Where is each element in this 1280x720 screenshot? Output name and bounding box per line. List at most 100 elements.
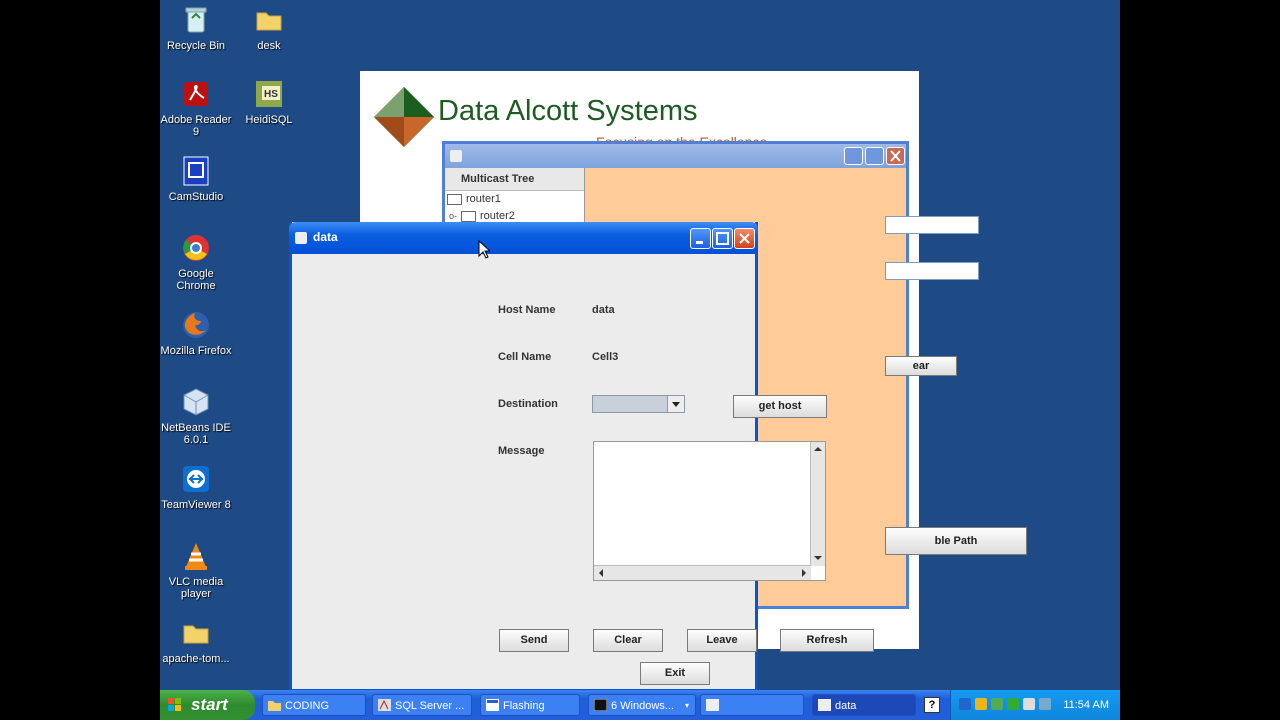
close-icon bbox=[739, 233, 750, 244]
desktop-icon-vlc[interactable]: VLC media player bbox=[160, 540, 232, 600]
help-icon[interactable]: ? bbox=[924, 697, 940, 713]
java-icon bbox=[818, 699, 831, 711]
refresh-button[interactable]: Refresh bbox=[780, 629, 874, 652]
data-titlebar[interactable]: data bbox=[289, 222, 758, 254]
minimize-icon bbox=[696, 241, 703, 244]
clear-button[interactable]: Clear bbox=[593, 629, 663, 652]
host-name-value: data bbox=[592, 304, 615, 316]
cell-name-value: Cell3 bbox=[592, 351, 619, 363]
taskbar-item-windows-group[interactable]: 6 Windows... ▾ bbox=[588, 694, 696, 716]
sync-icon[interactable] bbox=[1023, 698, 1035, 710]
desktop-icon-teamviewer[interactable]: TeamViewer 8 bbox=[160, 463, 232, 511]
desktop-icon-firefox[interactable]: Mozilla Firefox bbox=[160, 309, 232, 357]
cell-name-label: Cell Name bbox=[498, 351, 552, 363]
desktop-icon-adobe-reader[interactable]: Adobe Reader 9 bbox=[160, 78, 232, 138]
taskbar-item-label: 6 Windows... bbox=[611, 700, 674, 712]
folder-icon bbox=[253, 4, 285, 36]
horizontal-scrollbar[interactable] bbox=[594, 565, 811, 580]
window-icon bbox=[486, 699, 499, 711]
desktop-icon-apache-tomcat[interactable]: apache-tom... bbox=[160, 617, 232, 665]
multicast-clear-button[interactable]: ear bbox=[885, 356, 957, 376]
desktop-icon-recycle-bin[interactable]: Recycle Bin bbox=[160, 4, 232, 52]
taskbar-item-java[interactable] bbox=[700, 694, 804, 716]
taskbar-clock: 11:54 AM bbox=[1063, 699, 1109, 711]
java-icon bbox=[450, 150, 462, 162]
camstudio-icon bbox=[180, 155, 212, 187]
host-name-label: Host Name bbox=[498, 304, 556, 316]
folder-icon bbox=[447, 193, 462, 205]
close-button[interactable] bbox=[886, 147, 905, 165]
desktop-icon-label: Adobe Reader 9 bbox=[160, 114, 232, 138]
destination-label: Destination bbox=[498, 398, 558, 410]
multicast-path-button[interactable]: ble Path bbox=[885, 527, 1027, 555]
close-icon bbox=[890, 150, 901, 162]
desktop-icon-label: VLC media player bbox=[168, 576, 224, 600]
multicast-titlebar[interactable] bbox=[445, 144, 906, 168]
tree-node-router1[interactable]: router1 bbox=[445, 191, 584, 208]
taskbar-item-coding[interactable]: CODING bbox=[262, 694, 366, 716]
desktop-icon-label: NetBeans IDE 6.0.1 bbox=[161, 422, 231, 446]
send-button[interactable]: Send bbox=[499, 629, 569, 652]
heidisql-icon: HS bbox=[253, 78, 285, 110]
teamviewer-icon bbox=[180, 463, 212, 495]
sql-server-icon bbox=[378, 699, 391, 711]
taskbar-item-data[interactable]: data bbox=[812, 694, 916, 716]
chrome-icon bbox=[180, 232, 212, 264]
desktop-icon-label: TeamViewer 8 bbox=[161, 499, 231, 511]
message-area[interactable] bbox=[593, 441, 826, 581]
desktop-icon-google-chrome[interactable]: Google Chrome bbox=[160, 232, 232, 292]
maximize-button[interactable] bbox=[712, 228, 733, 249]
system-tray: 11:54 AM bbox=[950, 690, 1120, 720]
taskbar-item-label: SQL Server ... bbox=[395, 700, 465, 712]
chevron-down-icon[interactable] bbox=[667, 396, 684, 412]
company-logo-icon bbox=[374, 87, 434, 152]
tree-header: Multicast Tree bbox=[445, 168, 584, 191]
multicast-field-1[interactable] bbox=[885, 216, 979, 234]
get-host-button[interactable]: get host bbox=[733, 395, 827, 418]
taskbar-item-label: Flashing bbox=[503, 700, 545, 712]
desktop-icon-label: Recycle Bin bbox=[166, 40, 226, 52]
vlc-icon bbox=[180, 540, 212, 572]
exit-button[interactable]: Exit bbox=[640, 662, 710, 685]
adobe-reader-icon bbox=[180, 78, 212, 110]
maximize-icon bbox=[716, 232, 729, 245]
message-label: Message bbox=[498, 445, 545, 457]
maximize-button[interactable] bbox=[865, 147, 884, 165]
taskbar-item-sql-server[interactable]: SQL Server ... bbox=[372, 694, 472, 716]
shield-icon[interactable] bbox=[975, 698, 987, 710]
desktop-icon-label: Mozilla Firefox bbox=[160, 345, 232, 357]
start-button[interactable]: start bbox=[160, 690, 255, 720]
volume-icon[interactable] bbox=[991, 698, 1003, 710]
taskbar-item-flashing[interactable]: Flashing bbox=[480, 694, 580, 716]
message-textarea[interactable] bbox=[594, 442, 810, 564]
recycle-bin-icon bbox=[180, 4, 212, 36]
network-icon[interactable] bbox=[959, 698, 971, 710]
java-icon bbox=[706, 699, 719, 711]
leave-button[interactable]: Leave bbox=[687, 629, 757, 652]
tree-expander-icon[interactable]: o- bbox=[449, 211, 457, 221]
data-window: data Host Name data Cell Name Cell3 Dest… bbox=[289, 222, 874, 692]
desktop-icon-netbeans[interactable]: NetBeans IDE 6.0.1 bbox=[160, 386, 232, 446]
svg-text:HS: HS bbox=[264, 89, 278, 100]
close-button[interactable] bbox=[734, 228, 755, 249]
update-icon[interactable] bbox=[1039, 698, 1051, 710]
windows-logo-icon bbox=[168, 698, 181, 711]
minimize-button[interactable] bbox=[844, 147, 863, 165]
taskbar: start CODING SQL Server ... Flashing 6 W… bbox=[160, 690, 1120, 720]
folder-icon bbox=[268, 701, 281, 711]
vertical-scrollbar[interactable] bbox=[810, 442, 825, 566]
desktop-icon-camstudio[interactable]: CamStudio bbox=[160, 155, 232, 203]
mouse-cursor-icon bbox=[478, 239, 492, 265]
destination-select[interactable] bbox=[592, 395, 685, 413]
desktop-icon-desk[interactable]: desk bbox=[233, 4, 305, 52]
desktop-icon-heidisql[interactable]: HS HeidiSQL bbox=[233, 78, 305, 126]
tree-node-label: router1 bbox=[466, 193, 501, 205]
multicast-field-2[interactable] bbox=[885, 262, 979, 280]
desktop: Recycle Bin desk Adobe Reader 9 HS Heidi… bbox=[160, 0, 1120, 720]
folder-icon bbox=[180, 617, 212, 649]
group-arrow-icon: ▾ bbox=[684, 701, 689, 710]
minimize-button[interactable] bbox=[690, 228, 711, 249]
info-icon[interactable] bbox=[1007, 698, 1019, 710]
tree-node-label: router2 bbox=[480, 210, 515, 222]
desktop-icon-label: desk bbox=[257, 40, 281, 52]
